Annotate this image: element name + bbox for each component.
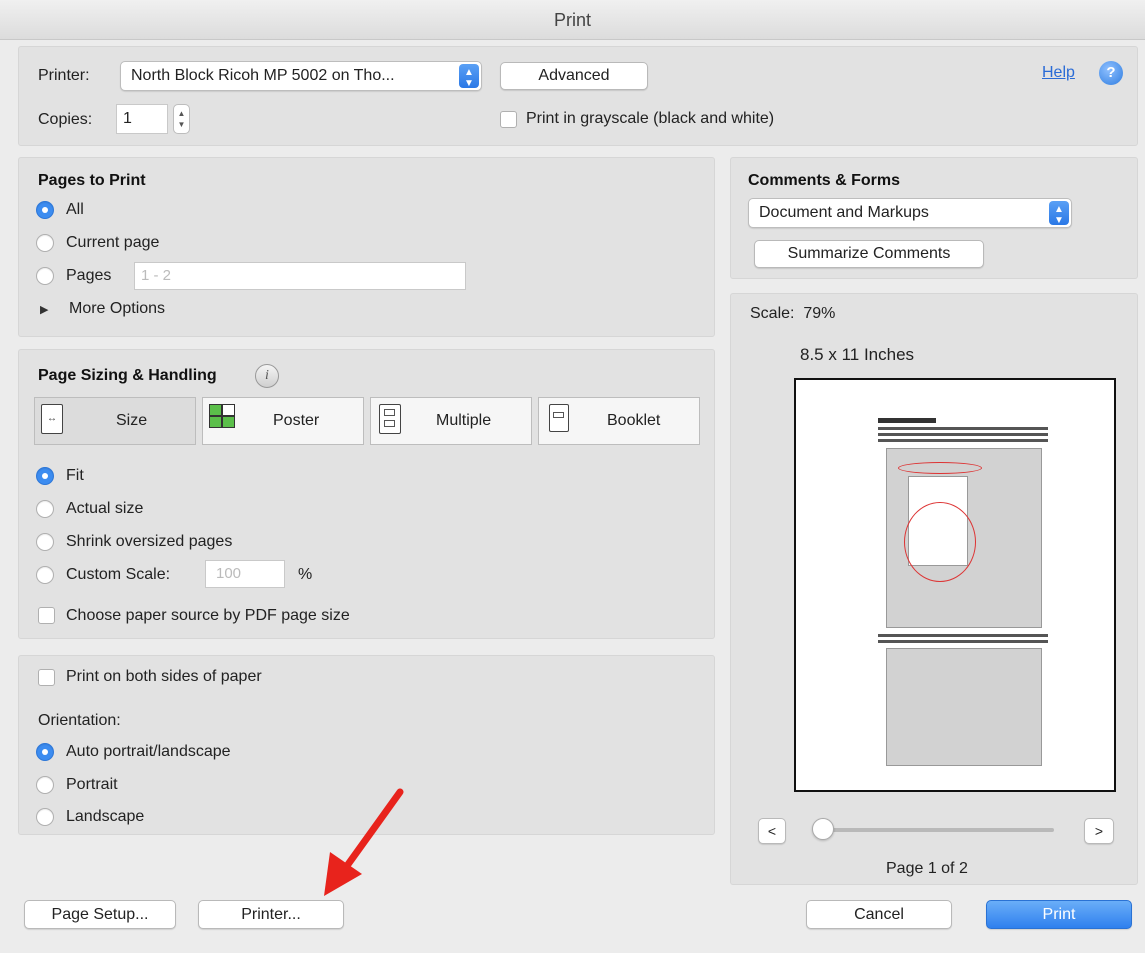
tab-multiple-label: Multiple [436,412,492,429]
page-slider-thumb[interactable] [812,818,834,840]
page-indicator: Page 1 of 2 [886,860,968,877]
cancel-button[interactable]: Cancel [806,900,952,929]
tab-size[interactable]: ↔ Size [34,397,196,445]
printer-select-value: North Block Ricoh MP 5002 on Tho... [131,67,395,84]
pages-to-print-heading: Pages to Print [38,172,146,189]
both-sides-checkbox[interactable] [38,669,55,686]
help-icon-glyph: ? [1106,64,1116,81]
tab-booklet[interactable]: Booklet [538,397,700,445]
multiple-icon [379,404,401,434]
comments-heading: Comments & Forms [748,172,901,189]
custom-scale-label: Custom Scale: [66,566,171,583]
comments-select-value: Document and Markups [759,204,929,221]
page-slider-track[interactable] [818,828,1054,832]
fit-radio[interactable] [36,467,54,485]
portrait-label: Portrait [66,776,118,793]
custom-scale-input[interactable]: 100 [205,560,285,588]
size-icon: ↔ [41,404,63,434]
paper-source-label: Choose paper source by PDF page size [66,607,350,624]
prev-page-button[interactable]: < [758,818,786,844]
booklet-icon [549,404,569,432]
auto-orientation-label: Auto portrait/landscape [66,743,231,760]
fit-label: Fit [66,467,84,484]
pages-current-radio[interactable] [36,234,54,252]
info-icon-glyph: i [265,368,269,383]
auto-orientation-radio[interactable] [36,743,54,761]
window-title: Print [0,0,1145,40]
poster-icon [209,404,237,430]
copies-input[interactable]: 1 [116,104,168,134]
print-button[interactable]: Print [986,900,1132,929]
portrait-radio[interactable] [36,776,54,794]
actual-size-radio[interactable] [36,500,54,518]
scale-label: Scale: 79% [750,305,836,322]
pages-all-radio[interactable] [36,201,54,219]
copies-label: Copies: [38,111,93,128]
percent-label: % [298,566,313,583]
help-icon[interactable]: ? [1099,61,1123,85]
custom-scale-radio[interactable] [36,566,54,584]
page-sizing-panel [18,349,715,639]
shrink-radio[interactable] [36,533,54,551]
orientation-label: Orientation: [38,712,121,729]
red-arrow-icon [324,788,404,896]
info-icon[interactable]: i [255,364,279,388]
printer-label: Printer: [38,67,90,84]
page-sizing-heading: Page Sizing & Handling [38,367,217,384]
grayscale-label: Print in grayscale (black and white) [526,110,775,127]
paper-size-label: 8.5 x 11 Inches [800,345,915,364]
next-page-button[interactable]: > [1084,818,1114,844]
help-link[interactable]: Help [1042,64,1075,82]
chevron-updown-icon: ▲ ▼ [459,64,479,89]
tab-poster[interactable]: Poster [202,397,364,445]
both-sides-label: Print on both sides of paper [66,668,262,685]
more-options-label[interactable]: More Options [69,300,165,318]
preview-document [808,394,1102,772]
grayscale-checkbox[interactable] [500,111,517,128]
copies-stepper[interactable]: ▲ ▼ [173,104,190,134]
summarize-comments-button[interactable]: Summarize Comments [754,240,984,268]
chevron-updown-icon: ▲ ▼ [1049,201,1069,226]
page-preview [794,378,1116,792]
page-setup-button[interactable]: Page Setup... [24,900,176,929]
disclosure-triangle-icon[interactable]: ▶ [40,303,48,316]
pages-range-radio[interactable] [36,267,54,285]
advanced-button[interactable]: Advanced [500,62,648,90]
pages-all-label: All [66,201,84,218]
paper-source-checkbox[interactable] [38,607,55,624]
landscape-radio[interactable] [36,808,54,826]
comments-select[interactable]: Document and Markups ▲ ▼ [748,198,1072,228]
landscape-label: Landscape [66,808,145,825]
shrink-label: Shrink oversized pages [66,533,233,550]
printer-select[interactable]: North Block Ricoh MP 5002 on Tho... ▲ ▼ [120,61,482,91]
actual-size-label: Actual size [66,500,144,517]
pages-current-label: Current page [66,234,160,251]
tab-multiple[interactable]: Multiple [370,397,532,445]
pages-range-input[interactable]: 1 - 2 [134,262,466,290]
printer-button[interactable]: Printer... [198,900,344,929]
pages-range-label: Pages [66,267,112,284]
tab-size-label: Size [116,412,148,429]
tab-poster-label: Poster [273,412,320,429]
tab-booklet-label: Booklet [607,412,661,429]
